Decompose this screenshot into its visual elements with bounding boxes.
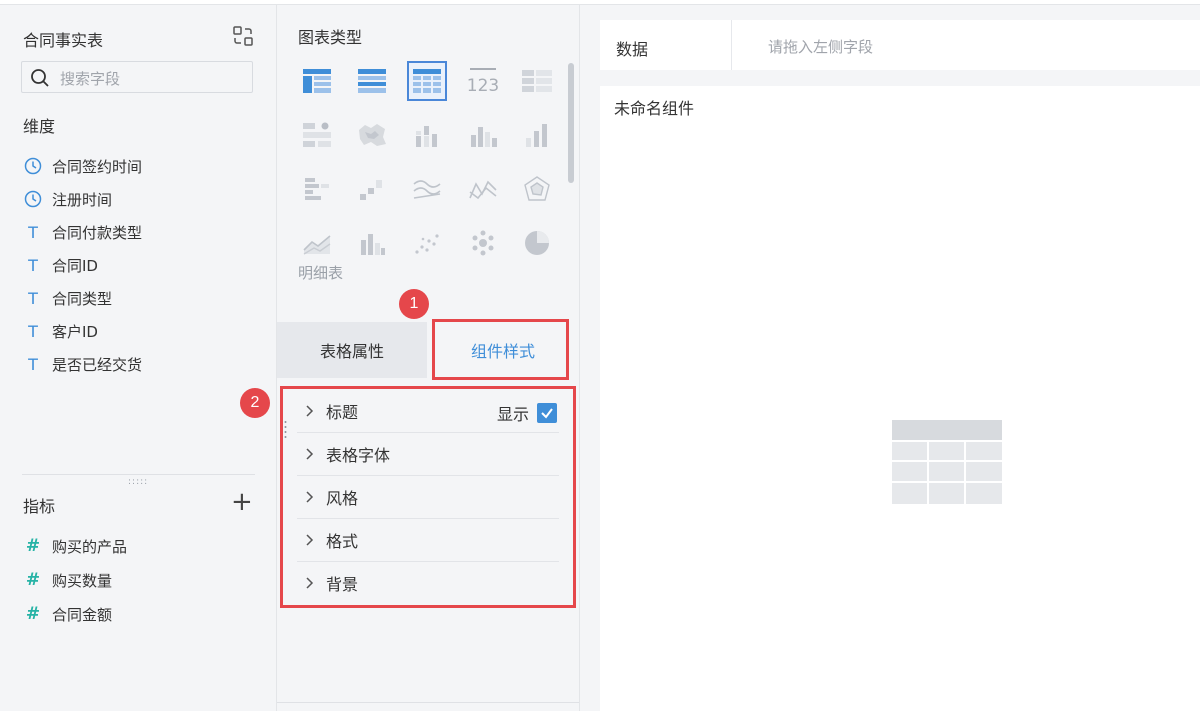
field-item[interactable]: T 是否已经交货 <box>23 352 142 376</box>
text-type-icon: T <box>28 222 38 242</box>
sorted-column-icon[interactable] <box>519 117 555 153</box>
text-type-icon: T <box>28 354 38 374</box>
add-measure-button[interactable]: + <box>231 489 253 515</box>
field-item[interactable]: # 购买数量 <box>23 568 112 592</box>
map-icon[interactable] <box>354 117 390 153</box>
field-item[interactable]: T 合同ID <box>23 253 98 277</box>
field-label: 购买数量 <box>52 571 113 590</box>
clock-icon <box>23 156 43 176</box>
zigzag-line-icon[interactable] <box>465 171 501 207</box>
search-icon <box>30 68 50 88</box>
component-canvas: 未命名组件 <box>600 86 1200 711</box>
field-label: 合同ID <box>52 256 98 275</box>
field-item[interactable]: # 合同金额 <box>23 602 112 626</box>
data-drop-bar: 数据 请拖入左侧字段 <box>600 20 1200 70</box>
annotation-badge-2: 2 <box>240 388 270 418</box>
number-type-icon: # <box>25 536 41 556</box>
filter-list-icon[interactable] <box>299 117 335 153</box>
search-field[interactable]: 搜索字段 <box>21 61 253 93</box>
field-label: 合同签约时间 <box>52 157 143 176</box>
field-label: 合同付款类型 <box>52 223 143 242</box>
stacked-column-icon[interactable] <box>409 117 445 153</box>
resize-grip-icon[interactable]: ::::: <box>128 477 148 487</box>
annotation-box-1 <box>432 319 569 380</box>
field-label: 合同金额 <box>52 605 113 624</box>
pie-icon[interactable] <box>519 225 555 261</box>
field-label: 合同类型 <box>52 289 113 308</box>
tab-table-properties[interactable]: 表格属性 <box>277 322 427 378</box>
component-title[interactable]: 未命名组件 <box>614 95 694 119</box>
field-label: 注册时间 <box>52 190 113 209</box>
panel-divider <box>277 702 579 703</box>
field-drop-zone[interactable]: 请拖入左侧字段 <box>768 36 873 57</box>
radar-icon[interactable] <box>519 171 555 207</box>
annotation-badge-1: 1 <box>399 289 429 319</box>
step-column-icon[interactable] <box>354 171 390 207</box>
dimensions-label: 维度 <box>23 117 56 136</box>
number-type-icon: # <box>25 570 41 590</box>
dataset-title: 合同事实表 <box>23 31 104 50</box>
panel-divider <box>22 474 255 475</box>
column-icon[interactable] <box>465 117 501 153</box>
field-item[interactable]: T 合同付款类型 <box>23 220 142 244</box>
svg-text:123: 123 <box>468 76 498 95</box>
field-item[interactable]: 合同签约时间 <box>23 154 142 178</box>
field-label: 购买的产品 <box>52 537 128 556</box>
field-item[interactable]: # 购买的产品 <box>23 534 127 558</box>
number-type-icon: # <box>25 604 41 624</box>
text-type-icon: T <box>28 288 38 308</box>
combo-icon[interactable] <box>354 225 390 261</box>
chart-types-title: 图表类型 <box>298 28 363 47</box>
data-label: 数据 <box>616 40 649 59</box>
bubble-icon[interactable] <box>465 225 501 261</box>
cross-table-icon[interactable] <box>354 63 390 99</box>
kpi-card-icon[interactable] <box>519 63 555 99</box>
field-item[interactable]: T 合同类型 <box>23 286 112 310</box>
detail-table-icon[interactable] <box>407 61 447 101</box>
field-label: 客户ID <box>52 322 98 341</box>
text-type-icon: T <box>28 255 38 275</box>
measures-label: 指标 <box>23 497 56 516</box>
search-placeholder: 搜索字段 <box>60 70 121 88</box>
bar-icon[interactable] <box>299 171 335 207</box>
preview-panel: 数据 请拖入左侧字段 未命名组件 <box>580 5 1200 711</box>
line-icon[interactable] <box>409 171 445 207</box>
field-label: 是否已经交货 <box>52 355 143 374</box>
scrollbar[interactable] <box>568 63 574 183</box>
selected-chart-caption: 明细表 <box>298 264 344 282</box>
divider <box>731 20 732 70</box>
annotation-box-2 <box>280 386 576 608</box>
area-icon[interactable] <box>299 225 335 261</box>
kpi-number-icon[interactable]: 123 <box>465 63 501 99</box>
text-type-icon: T <box>28 321 38 341</box>
scatter-icon[interactable] <box>409 225 445 261</box>
empty-table-icon <box>892 420 1002 504</box>
field-item[interactable]: T 客户ID <box>23 319 98 343</box>
field-panel: 合同事实表 搜索字段 维度 合同签约时间 注册时间 T 合同付款类型 T 合同I… <box>0 5 277 711</box>
clock-icon <box>23 189 43 209</box>
switch-dataset-icon[interactable] <box>232 25 254 47</box>
field-item[interactable]: 注册时间 <box>23 187 112 211</box>
grouped-table-icon[interactable] <box>299 63 335 99</box>
